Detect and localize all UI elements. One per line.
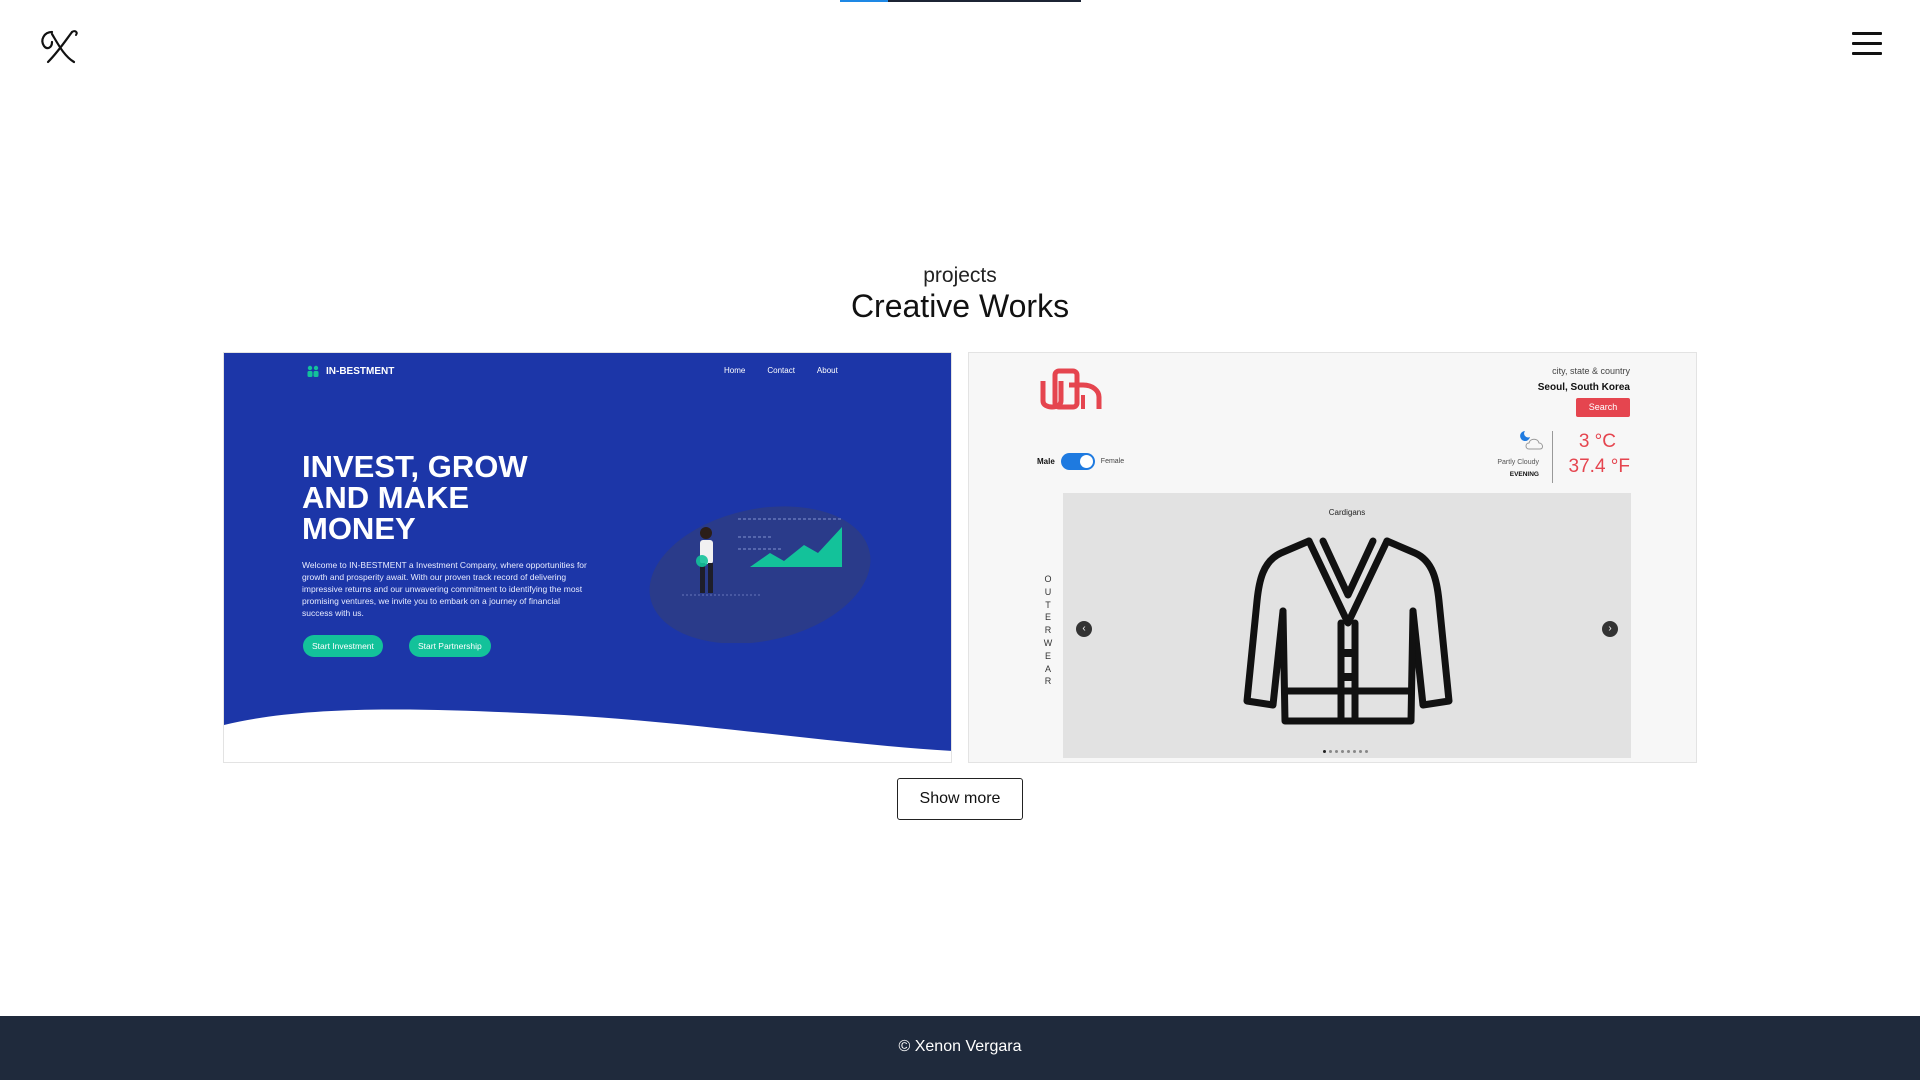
weather-search-button[interactable]: Search [1576,398,1630,417]
investment-nav-home[interactable]: Home [724,366,745,375]
location-label: city, state & country [1552,366,1630,376]
footer: © Xenon Vergara [0,1016,1920,1080]
gender-toggle[interactable] [1060,453,1095,470]
time-of-day: EVENING [1509,471,1539,478]
carousel-next-button[interactable]: › [1602,621,1618,637]
gender-toggle-group: Male Female [1037,453,1124,470]
hamburger-menu-icon[interactable] [1852,32,1882,58]
investment-nav-contact[interactable]: Contact [767,366,795,375]
investment-brand: IN-BESTMENT [306,365,394,377]
show-more-button[interactable]: Show more [897,778,1023,820]
partly-cloudy-night-icon [1520,431,1543,450]
footer-copyright: © Xenon Vergara [898,1038,1022,1055]
investment-brand-name: IN-BESTMENT [326,365,395,377]
carousel-dot[interactable] [1365,750,1368,753]
carousel-dot[interactable] [1323,750,1326,753]
carousel-dot[interactable] [1329,750,1332,753]
carousel-dot[interactable] [1359,750,1362,753]
script-x-logo-icon[interactable] [38,26,82,66]
investor-illustration [649,506,871,643]
start-partnership-button[interactable]: Start Partnership [409,635,491,657]
toggle-knob [1079,455,1093,468]
carousel-dot[interactable] [1335,750,1338,753]
menu-line [1852,42,1882,45]
people-icon [307,365,319,377]
weather-app-logo-icon [1040,368,1102,410]
section-subtitle: projects [923,264,997,287]
start-investment-button[interactable]: Start Investment [303,635,383,657]
project-card-weather-outfit[interactable]: city, state & country Seoul, South Korea… [968,352,1697,763]
location-value[interactable]: Seoul, South Korea [1538,382,1630,393]
section-title: Creative Works [850,288,1070,324]
investment-nav: Home Contact About [724,366,838,375]
investment-description: Welcome to IN-BESTMENT a Investment Comp… [302,560,587,618]
outfit-carousel: Cardigans ‹ › [1063,493,1631,758]
cardigan-icon [1243,537,1453,725]
investment-site-preview: IN-BESTMENT Home Contact About INVEST, G… [224,353,951,762]
carousel-category-label: Cardigans [1328,508,1366,517]
menu-line [1852,52,1882,55]
carousel-dot[interactable] [1347,750,1350,753]
portfolio-page: projects Creative Works IN-BESTMENT Home… [0,0,1920,1080]
gender-male-label: Male [1037,457,1055,466]
carousel-dots [1323,750,1368,753]
investment-nav-about[interactable]: About [817,366,838,375]
carousel-dot[interactable] [1341,750,1344,753]
carousel-prev-button[interactable]: ‹ [1076,621,1092,637]
temperature-celsius: 3 °C [1578,431,1616,452]
weather-condition: Partly Cloudy [1497,459,1539,466]
project-card-investment[interactable]: IN-BESTMENT Home Contact About INVEST, G… [223,352,952,763]
investment-hero-heading: INVEST, GROW AND MAKE MONEY [302,449,528,546]
outerwear-vertical-label: OUTERWEAR [1043,574,1053,687]
scroll-progress-bar [840,0,1081,2]
weather-divider [1552,431,1553,483]
gender-female-label: Female [1100,458,1125,465]
menu-line [1852,32,1882,35]
temperature-fahrenheit: 37.4 °F [1568,456,1630,477]
scroll-progress-fill [840,0,888,2]
carousel-dot[interactable] [1353,750,1356,753]
